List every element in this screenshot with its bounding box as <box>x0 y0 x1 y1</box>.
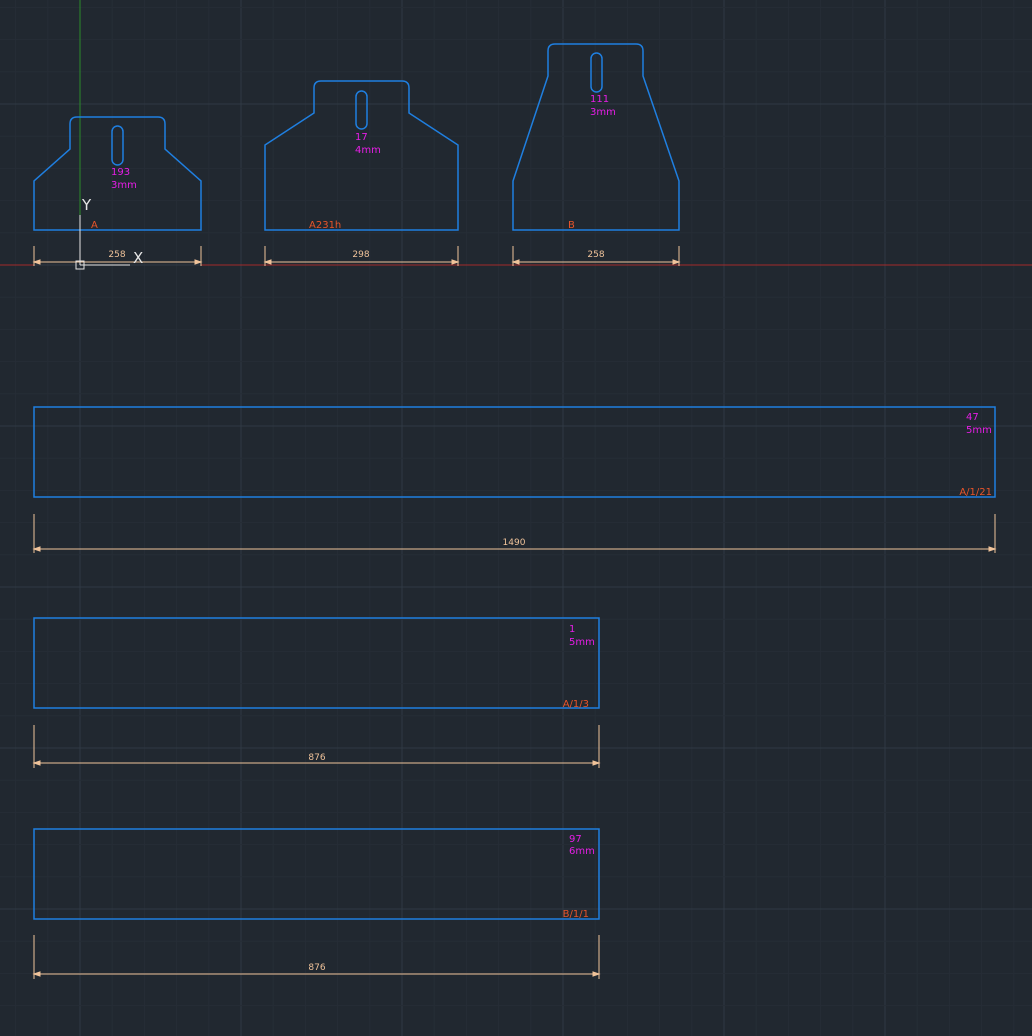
part-thickness: 5mm <box>569 637 595 648</box>
dimension-value: 298 <box>352 250 369 260</box>
part-quantity: 1 <box>569 624 575 635</box>
part-quantity: 111 <box>590 94 609 105</box>
part-label: A/1/21 <box>959 487 992 498</box>
part-thickness: 5mm <box>966 425 992 436</box>
dimension-value: 876 <box>308 963 325 973</box>
part-label: A231h <box>309 220 341 231</box>
dimension-value: 258 <box>108 250 125 260</box>
dimension-value: 258 <box>587 250 604 260</box>
dimension-value: 876 <box>308 753 325 763</box>
part-quantity: 193 <box>111 167 130 178</box>
part-quantity: 17 <box>355 132 368 143</box>
cad-drawing-canvas[interactable]: 193 3mm A 258 17 4mm A231h 298 111 3mm B… <box>0 0 1032 1036</box>
part-thickness: 6mm <box>569 846 595 857</box>
part-quantity: 97 <box>569 834 582 845</box>
part-label: B <box>568 220 575 231</box>
part-thickness: 4mm <box>355 145 381 156</box>
dimension-value: 1490 <box>503 538 526 548</box>
ucs-y-label: Y <box>81 196 92 214</box>
model-space-background <box>0 0 1032 1036</box>
part-label: B/1/1 <box>563 909 589 920</box>
part-thickness: 3mm <box>590 107 616 118</box>
ucs-x-label: X <box>133 249 143 267</box>
part-thickness: 3mm <box>111 180 137 191</box>
part-label: A/1/3 <box>563 699 589 710</box>
part-quantity: 47 <box>966 412 979 423</box>
part-label: A <box>91 220 98 231</box>
